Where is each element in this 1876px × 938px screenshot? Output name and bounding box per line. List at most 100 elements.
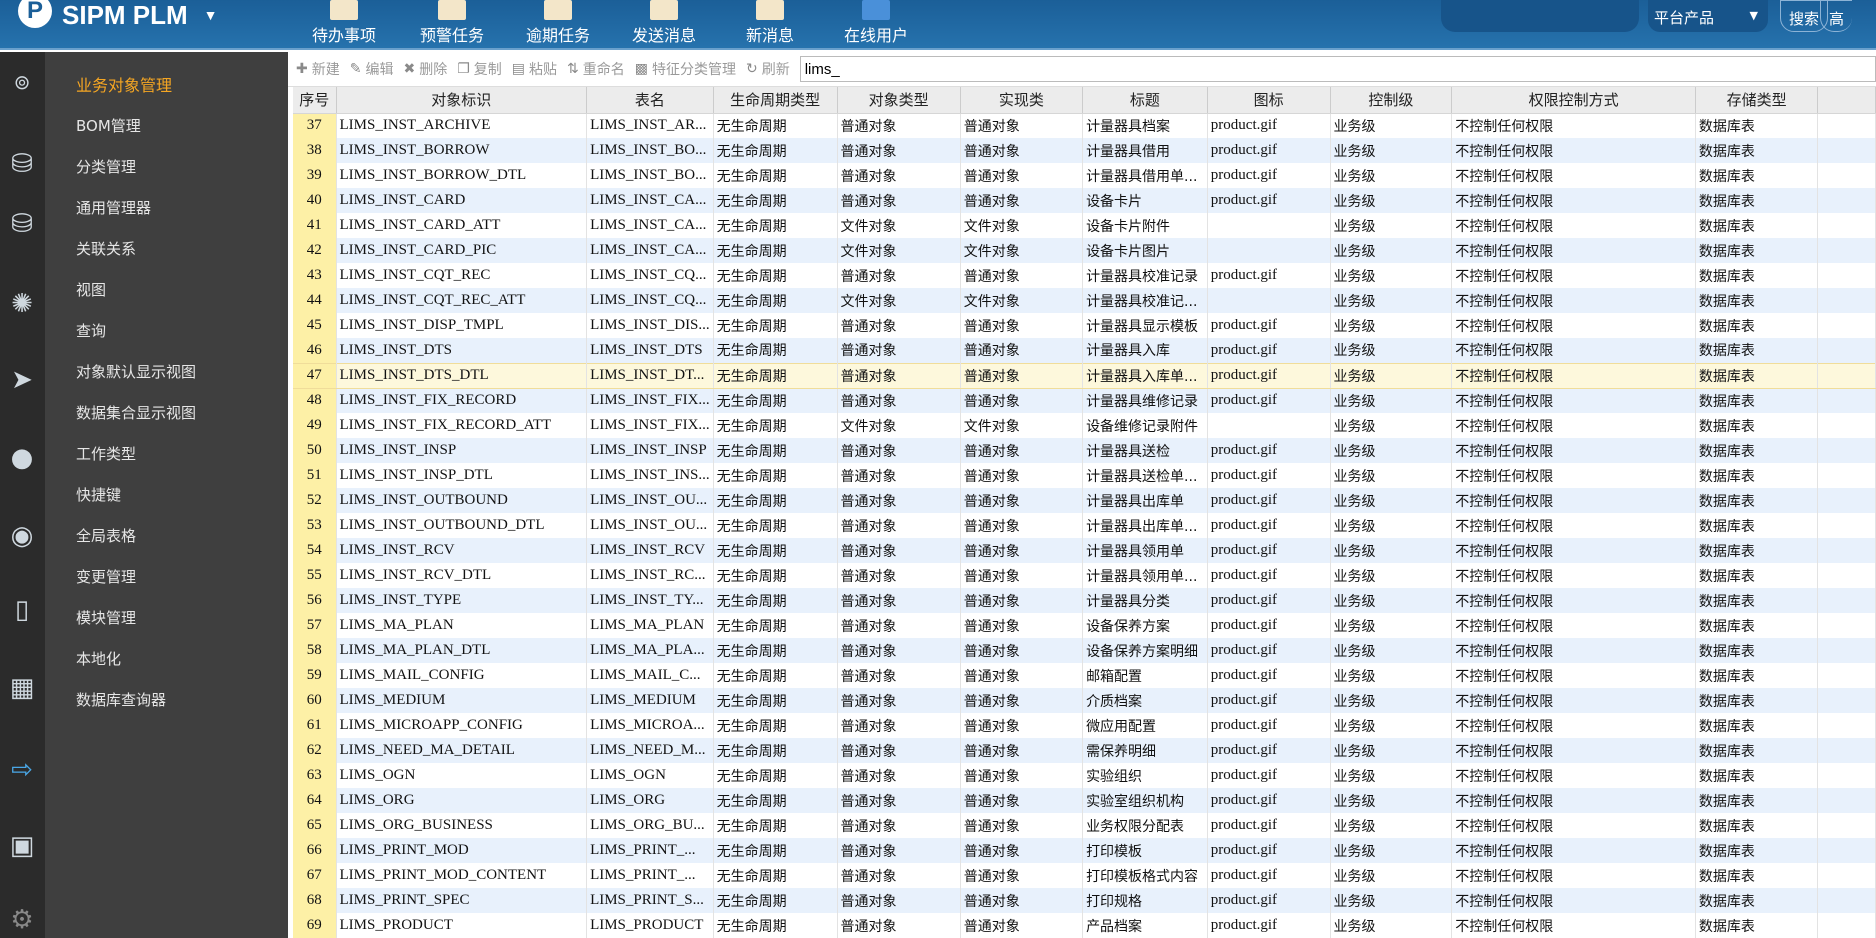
sidebar-item[interactable]: 全局表格 xyxy=(76,525,136,546)
sidebar-item[interactable]: BOM管理 xyxy=(76,115,141,136)
col-index-header[interactable]: 序号 xyxy=(293,87,337,114)
col-control-level-cell: 业务级 xyxy=(1330,188,1453,213)
table-row[interactable]: 38 LIMS_INST_BORROW LIMS_INST_BO... 无生命周期 普通… xyxy=(293,138,1876,163)
col-icon-header[interactable]: 图标 xyxy=(1207,87,1331,114)
sidebar-item[interactable]: 分类管理 xyxy=(76,156,136,177)
table-row[interactable]: 60 LIMS_MEDIUM LIMS_MEDIUM 无生命周期 普通对象 普通对象 介质档… xyxy=(293,688,1876,713)
table-row[interactable]: 43 LIMS_INST_CQT_REC LIMS_INST_CQ... 无生命周期普… xyxy=(293,263,1876,288)
sidebar-item[interactable]: 快捷键 xyxy=(76,484,121,505)
app-logo[interactable]: P SIPM PLM ▼ xyxy=(18,0,218,30)
gear-icon[interactable]: ⚙ xyxy=(6,904,38,936)
rename-button[interactable]: ⇅ 重命名 xyxy=(567,59,625,79)
sidebar-item[interactable]: 通用管理器 xyxy=(76,197,151,218)
sidebar-item[interactable]: 数据集合显示视图 xyxy=(76,402,196,423)
nav-overdue[interactable]: 逾期任务 xyxy=(526,0,590,46)
table-row[interactable]: 69 LIMS_PRODUCT LIMS_PRODUCT 无生命周期 普通对象 普通对象产… xyxy=(293,913,1876,938)
sidebar-item[interactable]: 数据库查询器 xyxy=(76,689,166,710)
col-storage-header[interactable]: 存储类型 xyxy=(1695,87,1819,114)
col-permission-cell: 不控制任何权限 xyxy=(1451,763,1696,788)
nav-send-message[interactable]: 发送消息 xyxy=(632,0,696,46)
nav-todo[interactable]: 待办事项 xyxy=(312,0,376,46)
sidebar-item[interactable]: 本地化 xyxy=(76,648,121,669)
presentation-icon[interactable]: ▣ xyxy=(6,830,38,862)
database-icon[interactable]: ⛁ xyxy=(6,208,38,240)
table-row[interactable]: 61 LIMS_MICROAPP_CONFIG LIMS_MICROA... 无生命周… xyxy=(293,713,1876,738)
col-lifecycle-header[interactable]: 生命周期类型 xyxy=(713,87,838,114)
table-row[interactable]: 62 LIMS_NEED_MA_DETAIL LIMS_NEED_M... 无生命周期… xyxy=(293,738,1876,763)
chat-bubble-icon[interactable]: ● xyxy=(6,442,38,474)
col-permission-cell: 不控制任何权限 xyxy=(1451,588,1696,613)
table-row[interactable]: 39 LIMS_INST_BORROW_DTL LIMS_INST_BO... 无生命… xyxy=(293,163,1876,188)
paper-plane-icon[interactable]: ➤ xyxy=(6,364,38,396)
table-row[interactable]: 42 LIMS_INST_CARD_PIC LIMS_INST_CA... 无生命周期… xyxy=(293,238,1876,263)
sidebar-item[interactable]: 模块管理 xyxy=(76,607,136,628)
table-row[interactable]: 51 LIMS_INST_INSP_DTL LIMS_INST_INS... 无生命周… xyxy=(293,463,1876,488)
table-row[interactable]: 63 LIMS_OGN LIMS_OGN 无生命周期 普通对象 普通对象 实验组织 produ… xyxy=(293,763,1876,788)
table-row[interactable]: 46 LIMS_INST_DTS LIMS_INST_DTS 无生命周期 普通对象 普通对… xyxy=(293,338,1876,363)
table-row[interactable]: 65 LIMS_ORG_BUSINESS LIMS_ORG_BU... 无生命周期 普通… xyxy=(293,813,1876,838)
refresh-button[interactable]: ↻ 刷新 xyxy=(746,59,790,79)
table-row[interactable]: 49 LIMS_INST_FIX_RECORD_ATT LIMS_INST_FIX.… xyxy=(293,413,1876,438)
feature-class-button[interactable]: ▩ 特征分类管理 xyxy=(635,59,736,79)
table-row[interactable]: 57 LIMS_MA_PLAN LIMS_MA_PLAN 无生命周期 普通对象 普通对象设… xyxy=(293,613,1876,638)
table-row[interactable]: 55 LIMS_INST_RCV_DTL LIMS_INST_RC... 无生命周期普… xyxy=(293,563,1876,588)
nav-online-users[interactable]: 在线用户 xyxy=(844,0,908,46)
table-row[interactable]: 68 LIMS_PRINT_SPEC LIMS_PRINT_S... 无生命周期 普通对… xyxy=(293,888,1876,913)
broadcast-icon[interactable]: ◉ xyxy=(6,520,38,552)
col-permission-header[interactable]: 权限控制方式 xyxy=(1451,87,1696,114)
advanced-search-button[interactable]: 高 xyxy=(1820,0,1853,32)
table-row[interactable]: 47 LIMS_INST_DTS_DTL LIMS_INST_DT... 无生命周期普… xyxy=(293,362,1876,389)
table-row[interactable]: 45 LIMS_INST_DISP_TMPL LIMS_INST_DIS... 无生命… xyxy=(293,313,1876,338)
nav-new-message[interactable]: 新消息 xyxy=(746,0,794,46)
sidebar-item[interactable]: 查询 xyxy=(76,320,106,341)
book-icon[interactable]: ▯ xyxy=(6,594,38,626)
sidebar-item[interactable]: 变更管理 xyxy=(76,566,136,587)
sidebar-item[interactable]: 业务对象管理 xyxy=(76,72,172,96)
sidebar-item[interactable]: 对象默认显示视图 xyxy=(76,361,196,382)
col-table-name-cell: LIMS_INST_FIX... xyxy=(586,388,714,413)
table-row[interactable]: 67 LIMS_PRINT_MOD_CONTENT LIMS_PRINT_... 无生… xyxy=(293,863,1876,888)
database-settings-icon[interactable]: ⛁ xyxy=(6,148,38,180)
new-button[interactable]: ✚ 新建 xyxy=(296,59,340,79)
col-control-level-header[interactable]: 控制级 xyxy=(1330,87,1453,114)
table-row[interactable]: 56 LIMS_INST_TYPE LIMS_INST_TY... 无生命周期 普通对象… xyxy=(293,588,1876,613)
col-extra-header[interactable] xyxy=(1817,87,1876,114)
col-object-type-cell: 普通对象 xyxy=(837,538,961,563)
delete-button[interactable]: ✖ 删除 xyxy=(403,59,447,79)
sidebar-item[interactable]: 工作类型 xyxy=(76,443,136,464)
table-row[interactable]: 40 LIMS_INST_CARD LIMS_INST_CA... 无生命周期 普通对象… xyxy=(293,188,1876,213)
sidebar-item[interactable]: 关联关系 xyxy=(76,238,136,259)
col-permission-cell: 不控制任何权限 xyxy=(1451,688,1696,713)
calendar-icon[interactable]: ▦ xyxy=(6,672,38,704)
clock-icon xyxy=(544,0,572,20)
sipm-search-icon[interactable]: ⊚ xyxy=(6,66,38,98)
scope-select[interactable]: 平台产品 ▼ xyxy=(1648,0,1768,32)
col-table-name-header[interactable]: 表名 xyxy=(586,87,714,114)
table-row[interactable]: 52 LIMS_INST_OUTBOUND LIMS_INST_OU... 无生命周期… xyxy=(293,488,1876,513)
col-object-type-header[interactable]: 对象类型 xyxy=(837,87,961,114)
table-row[interactable]: 54 LIMS_INST_RCV LIMS_INST_RCV 无生命周期 普通对象 普通对… xyxy=(293,538,1876,563)
nav-warning[interactable]: 预警任务 xyxy=(420,0,484,46)
chevron-down-icon[interactable]: ▼ xyxy=(204,7,218,23)
paste-button[interactable]: ▤ 粘贴 xyxy=(512,59,557,79)
loading-spinner-icon[interactable]: ✺ xyxy=(6,288,38,320)
table-row[interactable]: 59 LIMS_MAIL_CONFIG LIMS_MAIL_C... 无生命周期 普通对… xyxy=(293,663,1876,688)
table-row[interactable]: 41 LIMS_INST_CARD_ATT LIMS_INST_CA... 无生命周期… xyxy=(293,213,1876,238)
table-row[interactable]: 44 LIMS_INST_CQT_REC_ATT LIMS_INST_CQ... 无生… xyxy=(293,288,1876,313)
table-row[interactable]: 53 LIMS_INST_OUTBOUND_DTL LIMS_INST_OU... 无… xyxy=(293,513,1876,538)
sidebar-item[interactable]: 视图 xyxy=(76,279,106,300)
table-row[interactable]: 58 LIMS_MA_PLAN_DTL LIMS_MA_PLA... 无生命周期 普通对… xyxy=(293,638,1876,663)
search-input[interactable] xyxy=(1441,0,1639,32)
filter-input[interactable] xyxy=(799,56,1876,82)
table-row[interactable]: 37 LIMS_INST_ARCHIVE LIMS_INST_AR... 无生命周期普… xyxy=(293,113,1876,138)
table-row[interactable]: 50 LIMS_INST_INSP LIMS_INST_INSP 无生命周期 普通对象普… xyxy=(293,438,1876,463)
col-object-id-header[interactable]: 对象标识 xyxy=(336,87,588,114)
col-impl-class-header[interactable]: 实现类 xyxy=(960,87,1084,114)
edit-button[interactable]: ✎ 编辑 xyxy=(350,59,394,79)
table-row[interactable]: 66 LIMS_PRINT_MOD LIMS_PRINT_... 无生命周期 普通对象普… xyxy=(293,838,1876,863)
table-row[interactable]: 48 LIMS_INST_FIX_RECORD LIMS_INST_FIX... 无生… xyxy=(293,388,1876,413)
export-icon[interactable]: ⇨ xyxy=(6,754,38,786)
col-title-header[interactable]: 标题 xyxy=(1082,87,1208,114)
table-row[interactable]: 64 LIMS_ORG LIMS_ORG 无生命周期 普通对象 普通对象 实验室组织机构 pr… xyxy=(293,788,1876,813)
copy-button[interactable]: ❐ 复制 xyxy=(457,59,502,79)
